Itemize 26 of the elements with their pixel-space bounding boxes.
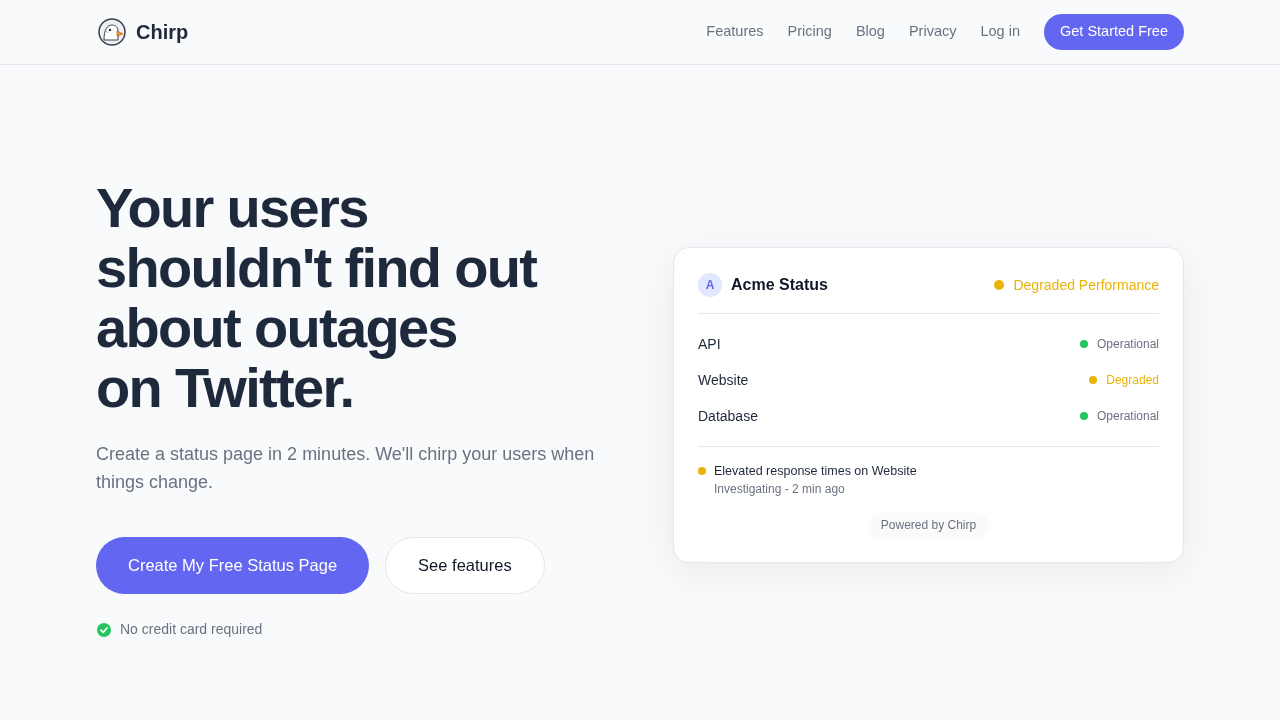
hero-headline: Your users shouldn't find out about outages on Twitter.: [96, 178, 538, 418]
incident-title: Elevated response times on Website: [714, 463, 917, 479]
no-credit-card-note: No credit card required: [120, 620, 263, 639]
service-name: API: [698, 334, 721, 354]
service-status: Operational: [1096, 336, 1159, 353]
avatar-icon: A: [698, 273, 722, 297]
incident-detail: Investigating - 2 min ago: [714, 481, 846, 497]
nav-link[interactable]: Log in: [980, 21, 1020, 43]
powered-by-badge: Powered by Chirp: [868, 513, 989, 537]
get-started-button[interactable]: Get Started Free: [1044, 14, 1184, 50]
bird-logo-icon: [98, 18, 126, 46]
service-status: Operational: [1096, 408, 1159, 425]
status-page-title: Acme Status: [731, 275, 828, 295]
check-circle-icon: [97, 622, 111, 637]
see-features-button[interactable]: See features: [385, 537, 545, 594]
overall-status-label: Degraded Performance: [1013, 275, 1159, 295]
service-status: Degraded: [1106, 372, 1159, 389]
nav-link[interactable]: Privacy: [908, 21, 957, 43]
service-name: Database: [698, 406, 758, 426]
nav-link[interactable]: Features: [706, 21, 764, 43]
hero-subtitle: Create a status page in 2 minutes. We'll chirp your users when things change.: [96, 443, 596, 494]
create-status-page-button[interactable]: Create My Free Status Page: [96, 537, 370, 594]
brand-name[interactable]: Chirp: [136, 17, 189, 47]
service-name: Website: [698, 370, 749, 390]
nav-link[interactable]: Blog: [855, 21, 885, 43]
nav-link[interactable]: Pricing: [787, 21, 832, 43]
